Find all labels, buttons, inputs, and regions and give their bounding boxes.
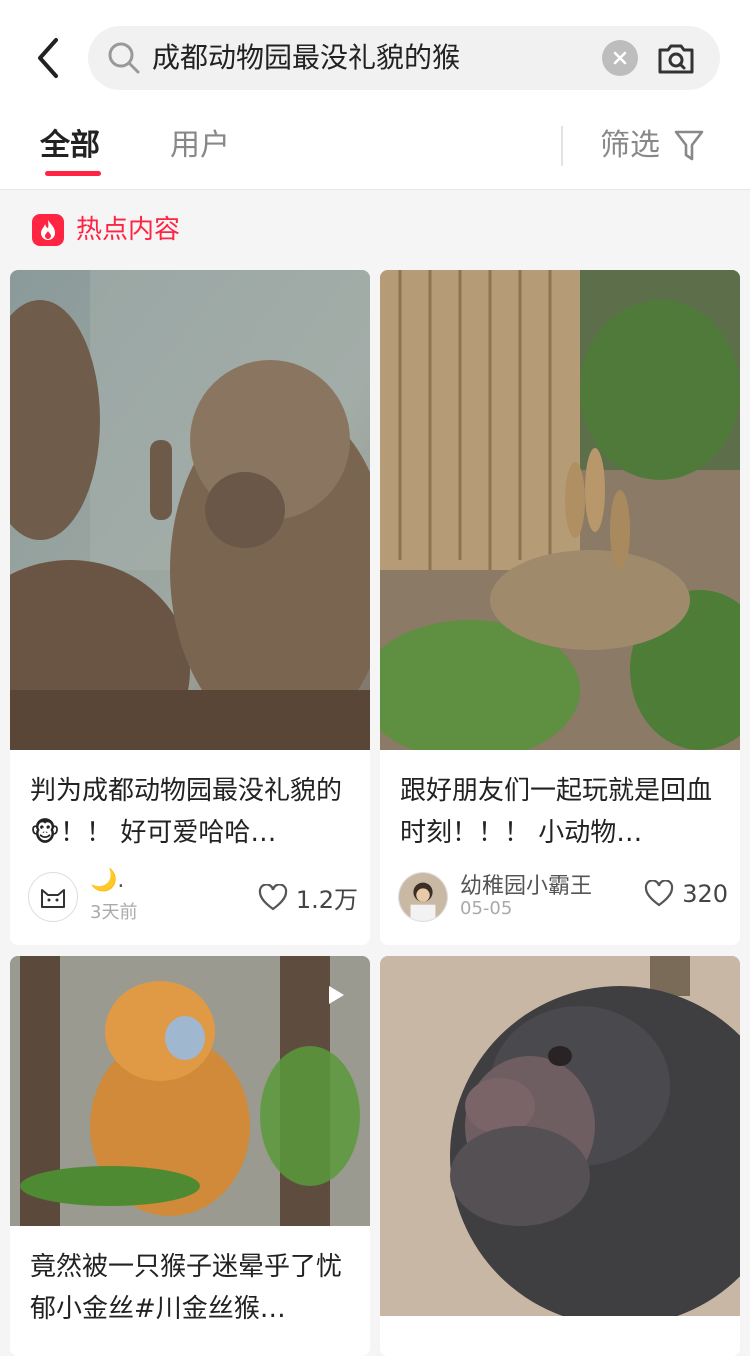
post-date: 05-05 <box>460 898 513 919</box>
back-button[interactable] <box>26 36 70 80</box>
chevron-left-icon <box>38 38 58 78</box>
video-play-icon <box>329 986 344 1004</box>
post-date: 3天前 <box>90 902 138 923</box>
like-button[interactable]: 1.2万 <box>258 880 358 915</box>
heart-icon <box>258 883 287 910</box>
author-name[interactable]: 幼稚园小霸王 <box>460 868 592 900</box>
note-cover-image <box>10 956 370 1226</box>
active-tab-indicator <box>45 171 101 176</box>
search-query-text: 成都动物园最没礼貌的猴 <box>152 41 461 74</box>
like-count: 320 <box>682 880 728 908</box>
clear-search-button[interactable] <box>602 40 638 76</box>
cat-face-icon <box>41 889 65 908</box>
hot-content-header: 热点内容 <box>32 212 180 248</box>
note-meta: 幼稚园小霸王 05-05 320 <box>398 872 728 924</box>
note-title: 竟然被一只猴子迷晕乎了忧郁小金丝#川金丝猴… <box>30 1252 343 1324</box>
note-meta: 🌙. 3天前 1.2万 <box>28 868 358 924</box>
search-icon <box>108 42 140 74</box>
top-bar: 成都动物园最没礼貌的猴 全部 用户 筛选 <box>0 0 750 190</box>
note-cover-image <box>380 956 740 1316</box>
avatar-photo <box>399 873 447 921</box>
filter-button[interactable]: 筛选 <box>600 124 704 168</box>
note-card[interactable]: 竟然被一只猴子迷晕乎了忧郁小金丝#川金丝猴… <box>10 956 370 1356</box>
note-title: 跟好朋友们一起玩就是回血时刻！！！ 小动物… <box>400 776 713 848</box>
note-card[interactable]: 跟好朋友们一起玩就是回血时刻！！！ 小动物… 幼稚园小霸王 05-05 320 <box>380 270 740 945</box>
tab-all[interactable]: 全部 <box>40 124 100 168</box>
tab-user[interactable]: 用户 <box>170 124 230 168</box>
note-cover-image <box>10 270 370 750</box>
note-cover-image <box>380 270 740 750</box>
filter-label: 筛选 <box>600 128 660 163</box>
hot-content-label: 热点内容 <box>76 215 181 245</box>
avatar[interactable] <box>28 872 78 922</box>
funnel-icon <box>674 130 704 161</box>
note-title: 判为成都动物园最没礼貌的🐵！！ 好可爱哈哈… <box>30 776 343 848</box>
heart-icon <box>645 880 674 907</box>
camera-icon[interactable] <box>656 38 696 78</box>
note-card[interactable] <box>380 956 740 1356</box>
close-icon <box>613 51 627 65</box>
fire-icon <box>32 214 64 246</box>
note-card[interactable]: 判为成都动物园最没礼貌的🐵！！ 好可爱哈哈… 🌙. 3天前 1.2万 <box>10 270 370 945</box>
tab-divider <box>561 126 563 166</box>
author-name[interactable]: 🌙. <box>90 868 124 893</box>
search-input[interactable]: 成都动物园最没礼貌的猴 <box>88 26 720 90</box>
like-button[interactable]: 320 <box>644 880 728 908</box>
like-count: 1.2万 <box>295 886 358 914</box>
avatar[interactable] <box>398 872 448 922</box>
